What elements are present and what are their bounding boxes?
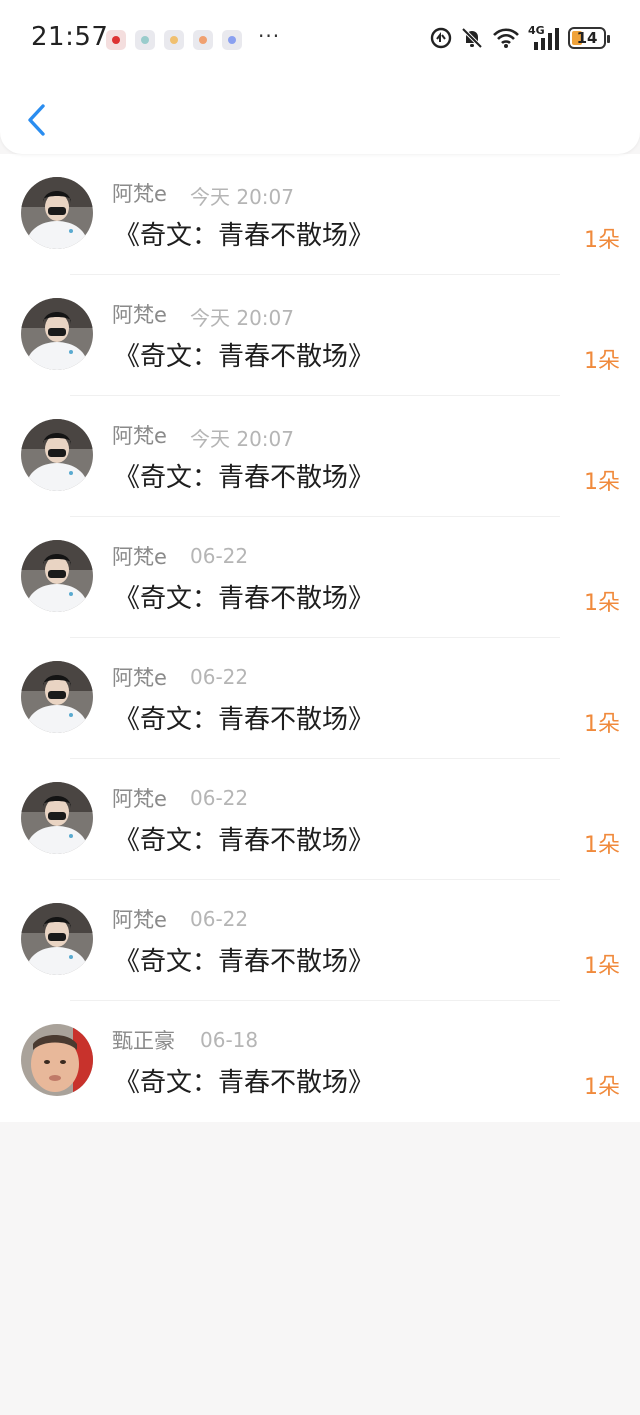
gift-count: 1朵 [584,591,620,616]
gift-record-list: 阿梵e 今天 20:07 《奇文：青春不散场》 1朵 阿梵e 今天 20:07 … [0,154,640,1122]
send-date: 06-18 [200,1028,259,1052]
wifi-icon [493,28,519,48]
sender-name: 阿梵e [112,787,167,811]
avatar[interactable] [21,177,93,249]
send-date: 今天 20:07 [190,185,294,209]
system-icons: 4G 14 [430,24,610,50]
article-title: 《奇文：青春不散场》 [114,826,375,856]
gift-count: 1朵 [584,1075,620,1100]
send-date: 06-22 [190,544,249,568]
gift-count: 1朵 [584,954,620,979]
avatar[interactable] [21,540,93,612]
avatar[interactable] [21,782,93,854]
notification-app-icon [222,30,242,50]
sender-name: 阿梵e [112,666,167,690]
chevron-left-icon [28,104,45,136]
status-bar: 21:57 ··· 4G 14 [0,0,640,80]
sender-name: 阿梵e [112,908,167,932]
send-date: 今天 20:07 [190,306,294,330]
back-button[interactable] [18,100,54,140]
article-title: 《奇文：青春不散场》 [114,463,375,493]
list-item[interactable]: 阿梵e 今天 20:07 《奇文：青春不散场》 1朵 [0,396,640,517]
list-item[interactable]: 甄正豪 06-18 《奇文：青春不散场》 1朵 [0,1001,640,1122]
gift-count: 1朵 [584,470,620,495]
gift-count: 1朵 [584,228,620,253]
notification-app-icon [193,30,213,50]
signal-icon: 4G [528,24,560,50]
gift-count: 1朵 [584,349,620,374]
list-item[interactable]: 阿梵e 06-22 《奇文：青春不散场》 1朵 [0,638,640,759]
list-item[interactable]: 阿梵e 06-22 《奇文：青春不散场》 1朵 [0,517,640,638]
status-time: 21:57 [31,22,109,52]
sender-name: 阿梵e [112,545,167,569]
avatar[interactable] [21,419,93,491]
send-date: 06-22 [190,907,249,931]
more-notifications-icon: ··· [258,24,281,48]
article-title: 《奇文：青春不散场》 [114,1068,375,1098]
mute-bell-icon [461,27,483,49]
article-title: 《奇文：青春不散场》 [114,947,375,977]
article-title: 《奇文：青春不散场》 [114,584,375,614]
notification-app-icon [164,30,184,50]
header: 21:57 ··· 4G 14 [0,0,640,154]
send-date: 06-22 [190,786,249,810]
notification-app-icon [106,30,126,50]
article-title: 《奇文：青春不散场》 [114,221,375,251]
list-item[interactable]: 阿梵e 今天 20:07 《奇文：青春不散场》 1朵 [0,154,640,275]
gift-count: 1朵 [584,833,620,858]
list-item[interactable]: 阿梵e 06-22 《奇文：青春不散场》 1朵 [0,759,640,880]
send-date: 06-22 [190,665,249,689]
avatar[interactable] [21,1024,93,1096]
list-item[interactable]: 阿梵e 今天 20:07 《奇文：青春不散场》 1朵 [0,275,640,396]
data-saver-icon [430,27,452,49]
battery-level: 14 [576,29,598,47]
sender-name: 甄正豪 [112,1029,175,1053]
notification-app-icon [135,30,155,50]
article-title: 《奇文：青春不散场》 [114,342,375,372]
avatar[interactable] [21,903,93,975]
battery-icon: 14 [568,27,610,49]
sender-name: 阿梵e [112,182,167,206]
sender-name: 阿梵e [112,424,167,448]
avatar[interactable] [21,298,93,370]
notification-icons [106,30,242,50]
sender-name: 阿梵e [112,303,167,327]
article-title: 《奇文：青春不散场》 [114,705,375,735]
send-date: 今天 20:07 [190,427,294,451]
list-item[interactable]: 阿梵e 06-22 《奇文：青春不散场》 1朵 [0,880,640,1001]
avatar[interactable] [21,661,93,733]
gift-count: 1朵 [584,712,620,737]
